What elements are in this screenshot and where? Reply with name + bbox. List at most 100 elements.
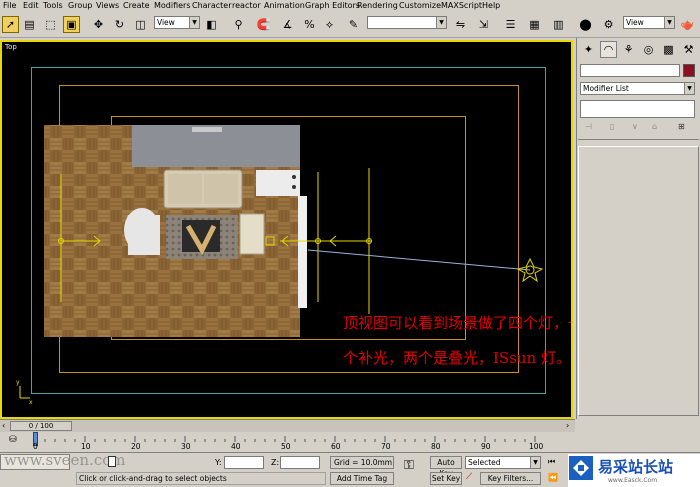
render-scene-icon[interactable]: ⚙ bbox=[600, 16, 617, 33]
chevron-down-icon: ▼ bbox=[189, 17, 199, 28]
render-type-select[interactable]: View ▼ bbox=[623, 16, 675, 29]
viewport-top[interactable]: Top y x 顶视图可以看到场景做了四个灯，一 个补光，两个是叠光，ISsun… bbox=[0, 40, 573, 419]
pin-stack-icon[interactable]: ⊣ bbox=[585, 122, 592, 131]
menu-file[interactable]: File bbox=[3, 1, 16, 10]
scroll-left-icon[interactable]: ‹ bbox=[2, 421, 5, 430]
chevron-down-icon: ▼ bbox=[530, 457, 540, 468]
rotate-icon[interactable]: ↻ bbox=[111, 16, 128, 33]
tick-label: 70 bbox=[381, 442, 391, 451]
menu-reactor[interactable]: reactor bbox=[232, 1, 261, 10]
menu-character[interactable]: Character bbox=[192, 1, 232, 10]
z-label: Z: bbox=[271, 458, 280, 467]
z-coordinate-field[interactable] bbox=[280, 456, 320, 469]
go-to-start-icon[interactable]: ⏮ bbox=[548, 457, 555, 467]
key-set-select[interactable]: Selected ▼ bbox=[465, 456, 541, 469]
command-panel: ✦ ◠ ⚘ ◎ ▩ ⚒ Modifier List ▼ ⊣ ▯ ∨ ⌂ ⊞ bbox=[576, 38, 700, 419]
scroll-right-icon[interactable]: › bbox=[566, 421, 569, 430]
annotation-line-1: 顶视图可以看到场景做了四个灯，一 bbox=[343, 314, 573, 332]
svg-text:x: x bbox=[29, 399, 33, 406]
menu-group[interactable]: Group bbox=[68, 1, 92, 10]
display-tab-icon[interactable]: ▩ bbox=[660, 41, 677, 58]
key-mode-icon[interactable]: ⚿ bbox=[404, 458, 414, 473]
scale-icon[interactable]: ◫ bbox=[132, 16, 149, 33]
select-arrow-icon[interactable]: ➚ bbox=[2, 16, 19, 33]
menu-graph-editors[interactable]: Graph Editors bbox=[305, 1, 360, 10]
snap-3d-icon[interactable]: 🧲 bbox=[255, 16, 272, 33]
default-tangent-icon[interactable]: ⟋ bbox=[466, 472, 472, 482]
named-selection-select[interactable]: ▼ bbox=[367, 16, 447, 29]
svg-text:y: y bbox=[16, 379, 20, 386]
modifier-list-select[interactable]: Modifier List ▼ bbox=[580, 82, 695, 95]
logo-text: 易采站长站 bbox=[598, 458, 674, 476]
chevron-down-icon: ▼ bbox=[436, 17, 446, 28]
chevron-down-icon: ▼ bbox=[684, 83, 694, 94]
quick-render-icon[interactable]: 🫖 bbox=[679, 16, 696, 33]
render-type-value: View bbox=[626, 18, 644, 27]
configure-modifier-sets-icon[interactable]: ⊞ bbox=[678, 122, 685, 131]
menu-rendering[interactable]: Rendering bbox=[357, 1, 398, 10]
select-by-name-icon[interactable]: ▤ bbox=[21, 16, 38, 33]
frame-counter[interactable]: 0 / 100 bbox=[10, 421, 72, 431]
hierarchy-tab-icon[interactable]: ⚘ bbox=[620, 41, 637, 58]
menu-edit[interactable]: Edit bbox=[23, 1, 39, 10]
schematic-view-icon[interactable]: ▥ bbox=[550, 16, 567, 33]
mirror-icon[interactable]: ⇋ bbox=[452, 16, 469, 33]
key-filters-button[interactable]: Key Filters... bbox=[480, 472, 541, 485]
window-crossing-icon[interactable]: ▣ bbox=[63, 16, 80, 33]
modify-tab-icon[interactable]: ◠ bbox=[600, 41, 617, 58]
align-icon[interactable]: ⇲ bbox=[475, 16, 492, 33]
set-key-button[interactable]: Set Key bbox=[430, 472, 462, 485]
menu-animation[interactable]: Animation bbox=[264, 1, 305, 10]
prompt-line: Click or click-and-drag to select object… bbox=[76, 472, 326, 485]
main-toolbar: ➚ ▤ ⬚ ▣ ✥ ↻ ◫ View ▼ ◧ ⚲ 🧲 ∡ % ⟡ ✎ ▼ ⇋ ⇲ … bbox=[0, 12, 700, 38]
axis-tripod bbox=[19, 386, 30, 399]
menu-views[interactable]: Views bbox=[96, 1, 119, 10]
tick-label: 60 bbox=[331, 442, 341, 451]
move-icon[interactable]: ✥ bbox=[90, 16, 107, 33]
stack-controls: ⊣ ▯ ∨ ⌂ ⊞ bbox=[580, 122, 698, 136]
make-unique-icon[interactable]: ∨ bbox=[632, 122, 638, 131]
menu-maxscript[interactable]: MAXScript bbox=[441, 1, 482, 10]
create-tab-icon[interactable]: ✦ bbox=[580, 41, 597, 58]
remove-modifier-icon[interactable]: ⌂ bbox=[652, 122, 657, 131]
object-color-swatch[interactable] bbox=[683, 64, 695, 77]
track-bar[interactable]: ⛁ 0 10 20 30 40 50 60 70 80 90 100 bbox=[0, 432, 575, 452]
tick-label: 100 bbox=[529, 442, 544, 451]
y-coordinate-field[interactable] bbox=[224, 456, 264, 469]
spinner-snap-icon[interactable]: ⟡ bbox=[321, 16, 338, 33]
pivot-center-icon[interactable]: ◧ bbox=[203, 16, 220, 33]
annotation-line-2: 个补光，两个是叠光，ISsun 灯。 bbox=[343, 349, 571, 367]
select-and-link-icon[interactable]: ⚲ bbox=[230, 16, 247, 33]
show-end-result-icon[interactable]: ▯ bbox=[610, 122, 614, 131]
layer-manager-icon[interactable]: ☰ bbox=[502, 16, 519, 33]
menu-modifiers[interactable]: Modifiers bbox=[154, 1, 191, 10]
menu-tools[interactable]: Tools bbox=[43, 1, 63, 10]
tick-label: 80 bbox=[431, 442, 441, 451]
rect-selection-icon[interactable]: ⬚ bbox=[42, 16, 59, 33]
menu-help[interactable]: Help bbox=[482, 1, 500, 10]
menu-customize[interactable]: Customize bbox=[399, 1, 441, 10]
previous-frame-icon[interactable]: ⏪ bbox=[548, 473, 558, 482]
rollout-area bbox=[578, 146, 699, 416]
utilities-tab-icon[interactable]: ⚒ bbox=[680, 41, 697, 58]
angle-snap-icon[interactable]: ∡ bbox=[279, 16, 296, 33]
logo-url: www.Easck.Com bbox=[608, 477, 658, 484]
modifier-stack[interactable] bbox=[580, 100, 695, 118]
chevron-down-icon: ▼ bbox=[664, 17, 674, 28]
curve-editor-icon[interactable]: ▦ bbox=[526, 16, 543, 33]
tick-label: 30 bbox=[181, 442, 191, 451]
object-name-field[interactable] bbox=[580, 64, 680, 77]
add-time-tag-button[interactable]: Add Time Tag bbox=[330, 472, 394, 485]
motion-tab-icon[interactable]: ◎ bbox=[640, 41, 657, 58]
lock-selection-icon[interactable] bbox=[108, 456, 116, 467]
modifier-list-value: Modifier List bbox=[583, 84, 629, 93]
material-editor-icon[interactable]: ⬤ bbox=[577, 16, 594, 33]
edit-named-selection-icon[interactable]: ✎ bbox=[345, 16, 362, 33]
menu-create[interactable]: Create bbox=[123, 1, 150, 10]
time-slider[interactable]: ‹ 0 / 100 › bbox=[0, 419, 575, 432]
auto-key-button[interactable]: Auto Key bbox=[430, 456, 462, 478]
reference-coord-select[interactable]: View ▼ bbox=[154, 16, 200, 29]
side-cabinet bbox=[256, 170, 300, 196]
percent-snap-icon[interactable]: % bbox=[301, 16, 318, 33]
ruler-ticks bbox=[34, 436, 536, 442]
